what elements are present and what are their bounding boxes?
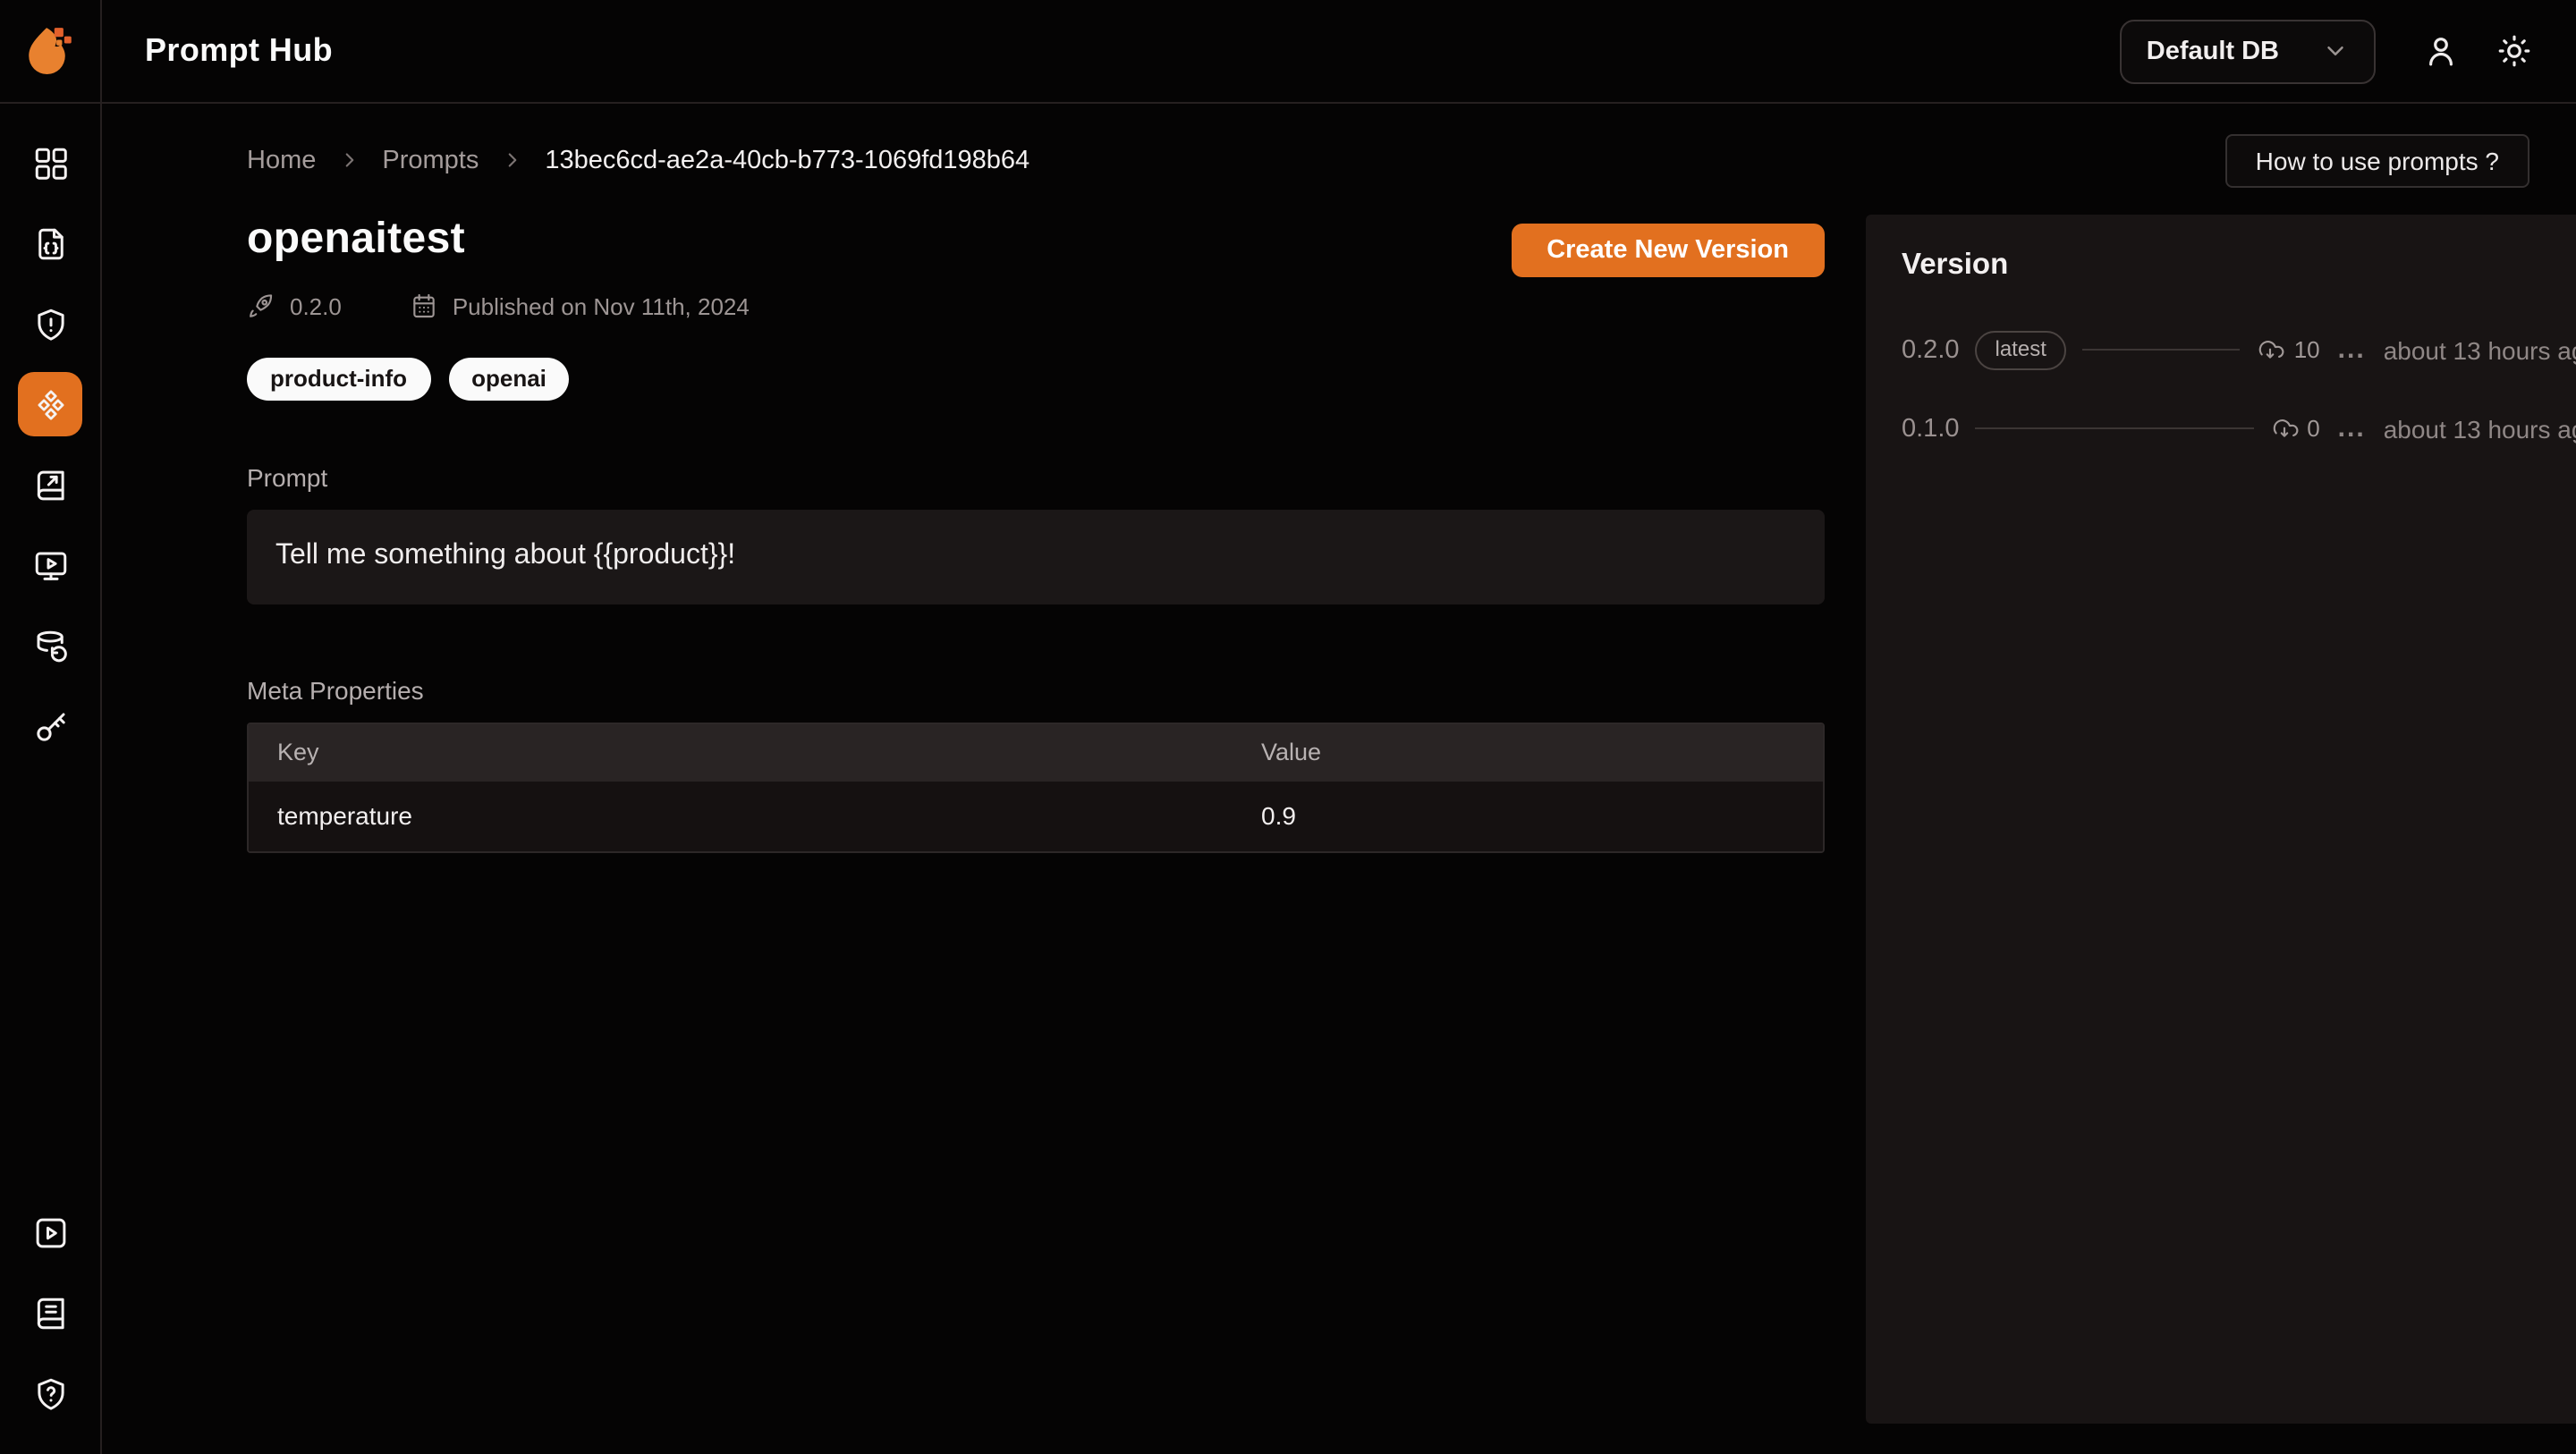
connector-line bbox=[1976, 427, 2254, 429]
rocket-icon bbox=[247, 292, 275, 320]
version-menu-button[interactable]: ... bbox=[2336, 342, 2368, 359]
download-count-group: 10 bbox=[2257, 336, 2320, 365]
play-square-icon bbox=[31, 1213, 69, 1251]
prompt-meta-row: 0.2.0 Published on Nov 11th, 2024 bbox=[247, 292, 1825, 320]
chevron-right-icon bbox=[337, 148, 360, 172]
column-header-key: Key bbox=[249, 739, 1261, 765]
prompt-section-label: Prompt bbox=[247, 462, 1825, 491]
sidebar-item-prompt-hub[interactable] bbox=[18, 372, 82, 436]
flame-logo-icon bbox=[16, 17, 84, 85]
version-panel: Version 0.2.0 latest 10 bbox=[1866, 215, 2576, 1424]
published-date-label: Published on Nov 11th, 2024 bbox=[453, 292, 750, 319]
tag-badge: openai bbox=[448, 358, 570, 400]
sidebar-item-dashboard[interactable] bbox=[18, 131, 82, 195]
version-time: about 13 hours ago bbox=[2384, 414, 2576, 443]
calendar-icon bbox=[410, 292, 438, 320]
version-number: 0.1.0 bbox=[1902, 414, 1960, 443]
cloud-download-icon bbox=[2269, 414, 2298, 443]
version-row[interactable]: 0.1.0 0 ... about 13 hours ago bbox=[1902, 414, 2576, 443]
key-icon bbox=[31, 707, 69, 745]
download-count-group: 0 bbox=[2269, 414, 2319, 443]
sidebar-item-tutorials[interactable] bbox=[18, 1200, 82, 1264]
database-restore-icon bbox=[31, 627, 69, 664]
sidebar-item-annotations[interactable] bbox=[18, 452, 82, 517]
version-sidebar: Version 0.2.0 latest 10 bbox=[1866, 215, 2576, 1424]
column-header-value: Value bbox=[1261, 739, 1823, 765]
current-version-label: 0.2.0 bbox=[290, 292, 342, 319]
cloud-download-icon bbox=[2257, 336, 2285, 365]
file-code-icon bbox=[31, 224, 69, 262]
create-new-version-button[interactable]: Create New Version bbox=[1511, 224, 1825, 277]
sidebar-item-support[interactable] bbox=[18, 1361, 82, 1425]
latest-badge: latest bbox=[1976, 331, 2066, 369]
sidebar-item-data-restore[interactable] bbox=[18, 613, 82, 678]
breadcrumb-prompts[interactable]: Prompts bbox=[382, 146, 479, 174]
breadcrumb-current-id: 13bec6cd-ae2a-40cb-b773-1069fd198b64 bbox=[545, 146, 1030, 174]
theme-toggle-button[interactable] bbox=[2496, 32, 2533, 70]
book-icon bbox=[31, 1294, 69, 1331]
monitor-play-icon bbox=[31, 546, 69, 584]
version-panel-title: Version bbox=[1902, 249, 2576, 283]
content-area: Home Prompts 13bec6cd-ae2a-40cb-b773-106… bbox=[102, 104, 2576, 1454]
sidebar-nav-bottom bbox=[18, 1173, 82, 1454]
table-row: temperature 0.9 bbox=[249, 781, 1823, 850]
prompt-detail-section: openaitest Create New Version 0.2.0 bbox=[247, 215, 1825, 1424]
app-window: Prompt Hub Default DB bbox=[0, 0, 2576, 1454]
sidebar-item-docs[interactable] bbox=[18, 1281, 82, 1345]
book-arrow-icon bbox=[31, 466, 69, 503]
meta-properties-label: Meta Properties bbox=[247, 675, 1825, 704]
chevron-right-icon bbox=[500, 148, 523, 172]
chevron-down-icon bbox=[2322, 38, 2349, 64]
prompt-text: Tell me something about {{product}}! bbox=[275, 540, 735, 572]
shield-question-icon bbox=[31, 1374, 69, 1412]
how-to-use-prompts-button[interactable]: How to use prompts ? bbox=[2225, 133, 2529, 187]
version-menu-button[interactable]: ... bbox=[2336, 420, 2368, 436]
table-header-row: Key Value bbox=[249, 723, 1823, 781]
tags-row: product-info openai bbox=[247, 358, 1825, 400]
meta-key-cell: temperature bbox=[249, 801, 1261, 830]
user-icon bbox=[2422, 32, 2460, 70]
app-logo[interactable] bbox=[0, 0, 100, 104]
prompt-text-box: Tell me something about {{product}}! bbox=[247, 509, 1825, 604]
sidebar-nav bbox=[18, 104, 82, 758]
db-selector[interactable]: Default DB bbox=[2120, 19, 2376, 83]
meta-properties-table: Key Value temperature 0.9 bbox=[247, 722, 1825, 852]
sun-icon bbox=[2496, 32, 2533, 70]
version-row[interactable]: 0.2.0 latest 10 ... about bbox=[1902, 331, 2576, 369]
app-title: Prompt Hub bbox=[145, 32, 333, 70]
db-selector-value: Default DB bbox=[2147, 37, 2279, 65]
shield-alert-icon bbox=[31, 305, 69, 342]
connector-line bbox=[2082, 350, 2241, 351]
version-time: about 13 hours ago bbox=[2384, 336, 2576, 365]
download-count: 10 bbox=[2294, 337, 2320, 364]
sidebar-item-traces[interactable] bbox=[18, 211, 82, 275]
sidebar-item-api-keys[interactable] bbox=[18, 694, 82, 758]
breadcrumb-home[interactable]: Home bbox=[247, 146, 316, 174]
sidebar bbox=[0, 0, 102, 1454]
dashboard-icon bbox=[31, 144, 69, 182]
tag-badge: product-info bbox=[247, 358, 430, 400]
prompts-icon bbox=[31, 385, 69, 423]
user-menu-button[interactable] bbox=[2422, 32, 2460, 70]
page-title: openaitest bbox=[247, 215, 465, 265]
meta-value-cell: 0.9 bbox=[1261, 801, 1823, 830]
download-count: 0 bbox=[2307, 415, 2319, 442]
breadcrumb: Home Prompts 13bec6cd-ae2a-40cb-b773-106… bbox=[247, 146, 1030, 174]
sidebar-item-playground[interactable] bbox=[18, 533, 82, 597]
version-number: 0.2.0 bbox=[1902, 336, 1960, 365]
sidebar-item-guardrails[interactable] bbox=[18, 292, 82, 356]
topbar: Prompt Hub Default DB bbox=[102, 0, 2576, 104]
